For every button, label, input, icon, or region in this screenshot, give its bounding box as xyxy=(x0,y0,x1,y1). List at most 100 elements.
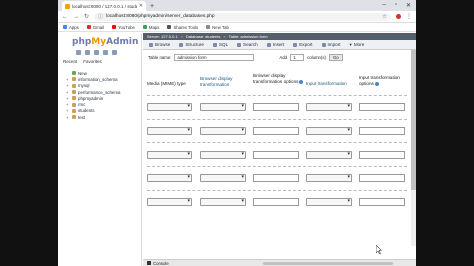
logo-php: php xyxy=(72,37,92,47)
mime-type-select[interactable] xyxy=(147,174,192,183)
input-transform-select[interactable] xyxy=(306,150,352,159)
go-button[interactable]: Go xyxy=(328,54,343,61)
youtube-icon xyxy=(112,25,117,29)
window-controls: – ▫ ✕ xyxy=(382,2,416,9)
new-tab-icon[interactable]: + xyxy=(150,3,154,10)
cell xyxy=(253,127,306,136)
info-icon[interactable]: ⓘ xyxy=(98,13,103,20)
input-transform-options-input[interactable] xyxy=(359,150,405,159)
header-label: Browser display transformation options xyxy=(253,73,299,84)
search-icon xyxy=(237,42,242,47)
bookmark-youtube[interactable]: YouTube xyxy=(112,25,135,30)
phpmyadmin-logo[interactable]: phpMyAdmin xyxy=(58,33,141,47)
cell xyxy=(359,103,407,112)
browser-tab[interactable]: localhost:8080 / 127.0.0.1 / stude ✕ xyxy=(62,1,146,11)
back-icon[interactable]: ← xyxy=(62,14,68,20)
browse-icon xyxy=(149,42,153,47)
horizontal-scrollbar[interactable] xyxy=(263,262,393,265)
input-transform-options-input[interactable] xyxy=(359,198,405,207)
input-transform-options-input[interactable] xyxy=(359,174,405,183)
db-label: students xyxy=(78,108,95,114)
tab-more[interactable]: ▾ More xyxy=(347,42,368,48)
settings-icon[interactable] xyxy=(103,50,108,55)
input-transform-select[interactable] xyxy=(306,198,352,207)
cell xyxy=(253,198,306,207)
mime-type-select[interactable] xyxy=(147,127,192,136)
mime-type-select[interactable] xyxy=(147,150,192,159)
bookmark-maps[interactable]: Maps xyxy=(142,25,159,30)
tab-insert[interactable]: Insert xyxy=(264,42,288,47)
input-transform-options-input[interactable] xyxy=(359,127,405,136)
close-icon[interactable]: ✕ xyxy=(139,3,143,9)
mouse-pointer-icon xyxy=(376,245,382,254)
db-item-test[interactable]: + test xyxy=(66,114,141,120)
database-icon xyxy=(72,83,76,88)
logout-icon[interactable] xyxy=(85,50,90,55)
reload-nav-icon[interactable] xyxy=(112,50,117,55)
help-icon[interactable] xyxy=(374,81,379,86)
breadcrumb-table[interactable]: Table: admission form xyxy=(229,34,268,39)
forward-icon[interactable]: → xyxy=(73,14,79,20)
docs-icon[interactable] xyxy=(94,50,99,55)
browser-transform-options-input[interactable] xyxy=(253,127,299,136)
tab-recent[interactable]: Recent xyxy=(63,59,77,64)
mime-type-select[interactable] xyxy=(147,103,192,112)
reload-icon[interactable]: ↻ xyxy=(84,13,89,20)
grid-header: Media (MIME) type Browser display transf… xyxy=(147,73,407,95)
extension-icon[interactable] xyxy=(396,14,401,19)
browser-transform-options-input[interactable] xyxy=(253,198,299,207)
browser-transform-options-input[interactable] xyxy=(253,174,299,183)
mime-type-select[interactable] xyxy=(147,198,192,207)
header-browser-transform[interactable]: Browser display transformation xyxy=(200,73,253,88)
home-icon[interactable] xyxy=(76,50,81,55)
tab-import[interactable]: Import xyxy=(319,42,344,47)
header-input-transform[interactable]: Input transformation xyxy=(306,73,359,87)
expand-icon[interactable]: + xyxy=(66,77,70,82)
expand-icon[interactable]: + xyxy=(66,115,70,120)
tab-sql[interactable]: SQL xyxy=(210,42,231,47)
tab-search[interactable]: Search xyxy=(234,42,261,47)
cell xyxy=(200,150,253,159)
expand-icon[interactable]: + xyxy=(66,83,70,88)
cell xyxy=(359,127,407,136)
close-window-icon[interactable]: ✕ xyxy=(406,2,411,9)
input-transform-select[interactable] xyxy=(306,127,352,136)
cell xyxy=(200,174,253,183)
browser-transform-options-input[interactable] xyxy=(253,103,299,112)
add-columns-input[interactable]: 1 xyxy=(290,54,305,61)
expand-icon[interactable]: + xyxy=(66,108,70,113)
input-transform-options-input[interactable] xyxy=(359,103,405,112)
bookmark-shares-tools[interactable]: Shares Tools xyxy=(167,25,198,30)
bookmark-apps[interactable]: Apps xyxy=(63,25,79,30)
browser-transform-options-input[interactable] xyxy=(253,150,299,159)
bookmark-gmail[interactable]: Gmail xyxy=(86,25,104,30)
tab-label: More xyxy=(353,42,365,47)
bookmark-new-tab[interactable]: New Tab xyxy=(206,25,229,30)
browser-transform-select[interactable] xyxy=(200,198,246,207)
scrollbar-thumb[interactable] xyxy=(411,50,416,190)
tab-export[interactable]: Export xyxy=(290,42,315,47)
input-transform-select[interactable] xyxy=(306,103,352,112)
browser-transform-select[interactable] xyxy=(200,127,246,136)
tab-favorites[interactable]: Favorites xyxy=(83,59,102,64)
browser-transform-select[interactable] xyxy=(200,103,246,112)
expand-icon[interactable]: + xyxy=(66,96,70,101)
help-icon[interactable] xyxy=(299,79,304,84)
browser-transform-select[interactable] xyxy=(200,174,246,183)
maximize-icon[interactable]: ▫ xyxy=(395,2,397,9)
table-name-input[interactable]: admission form xyxy=(174,54,255,61)
breadcrumb-server[interactable]: Server: 127.0.0.1 xyxy=(147,34,178,39)
input-transform-select[interactable] xyxy=(306,174,352,183)
menu-icon[interactable]: ⋮ xyxy=(406,13,412,20)
database-tree: New + information_schema + mysql + performa… xyxy=(58,64,141,120)
bookmark-star-icon[interactable]: ☆ xyxy=(382,14,387,20)
tab-structure[interactable]: Structure xyxy=(176,42,207,47)
expand-icon[interactable]: + xyxy=(66,102,70,107)
expand-icon[interactable]: + xyxy=(66,90,70,95)
breadcrumb-database[interactable]: Database: students xyxy=(186,34,220,39)
tab-browse[interactable]: Browse xyxy=(146,42,173,47)
minimize-icon[interactable]: – xyxy=(382,2,385,9)
url-input[interactable]: ⓘ localhost:8080/phpmyadmin/server_datab… xyxy=(94,12,391,21)
table-row xyxy=(147,142,407,166)
browser-transform-select[interactable] xyxy=(200,150,246,159)
